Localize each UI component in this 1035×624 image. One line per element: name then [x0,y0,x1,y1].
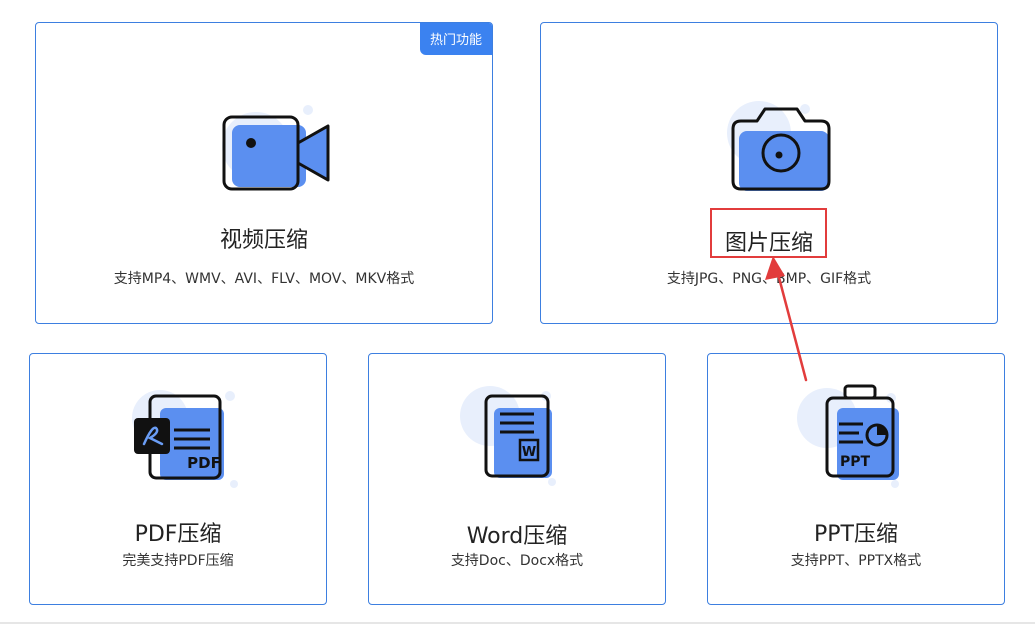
ppt-compress-desc: 支持PPT、PPTX格式 [790,553,922,569]
video-compress-card[interactable]: 热门功能 视频压缩 支持MP4、WMV、AVI、FLV、MOV、MKV格式 [35,22,493,324]
word-compress-card[interactable]: W Word压缩 支持Doc、Docx格式 [368,353,666,605]
ppt-clipboard-icon: PPT [797,384,899,488]
word-compress-desc: 支持Doc、Docx格式 [450,553,584,569]
hot-feature-badge: 热门功能 [419,23,492,55]
pdf-compress-card[interactable]: PDF PDF压缩 完美支持PDF压缩 [29,353,327,605]
word-compress-title: Word压缩 [466,524,568,549]
annotation-arrow [765,256,808,382]
pdf-icon-label: PDF [187,454,221,472]
camera-icon [727,101,831,191]
pdf-compress-desc: 完美支持PDF压缩 [122,553,234,569]
video-compress-title: 视频压缩 [219,228,308,253]
word-icon-label: W [522,445,536,460]
video-camera-icon [222,105,330,191]
pdf-compress-title: PDF压缩 [134,522,222,547]
video-compress-desc: 支持MP4、WMV、AVI、FLV、MOV、MKV格式 [113,271,415,287]
ppt-compress-card[interactable]: PPT PPT压缩 支持PPT、PPTX格式 [707,353,1005,605]
ppt-compress-title: PPT压缩 [814,522,898,547]
word-document-icon: W [460,386,556,486]
ppt-icon-label: PPT [840,454,871,470]
pdf-document-icon: PDF [132,390,238,488]
